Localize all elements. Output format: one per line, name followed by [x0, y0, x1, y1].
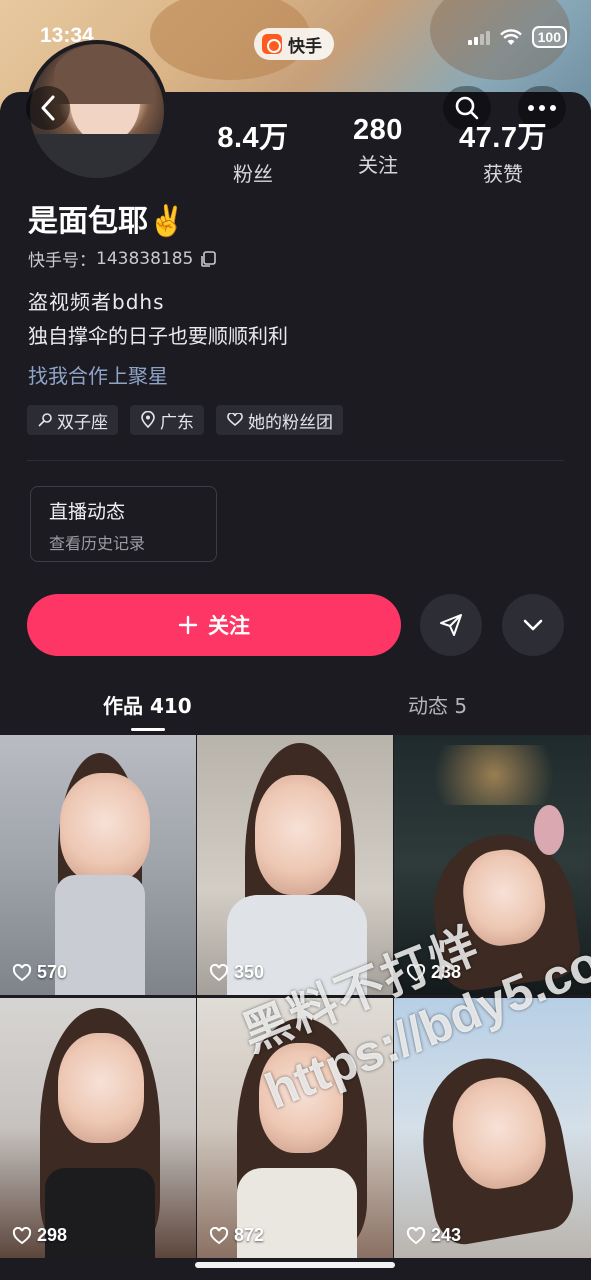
location-icon: [141, 411, 155, 429]
battery-indicator: 100: [531, 26, 567, 48]
tab-moments[interactable]: 动态 5: [408, 690, 467, 719]
stat-value: 47.7万: [459, 122, 547, 154]
live-card-subtitle: 查看历史记录: [49, 534, 146, 553]
tab-works[interactable]: 作品 410: [103, 690, 192, 719]
tag-zodiac[interactable]: 双子座: [27, 405, 118, 435]
send-message-button[interactable]: [420, 594, 482, 656]
video-likes: 350: [209, 962, 264, 983]
chevron-down-icon: [523, 619, 543, 631]
likes-count: 350: [234, 962, 265, 982]
cellular-signal-icon: [467, 29, 490, 45]
likes-count: 570: [37, 962, 68, 982]
stat-following[interactable]: 280 关注: [323, 114, 433, 187]
video-likes: 238: [406, 962, 461, 983]
wifi-icon: [499, 28, 522, 45]
live-card-title: 直播动态: [49, 501, 126, 523]
user-id-label: 快手号：: [28, 251, 96, 271]
tag-label: 双子座: [57, 412, 108, 433]
bio-line-2: 独自撑伞的日子也要顺顺利利: [28, 324, 288, 348]
heart-icon: [12, 1226, 32, 1244]
bio-line-1: 盗视频者bdhs: [28, 290, 165, 314]
video-likes: 570: [12, 962, 67, 983]
video-likes: 298: [12, 1225, 67, 1246]
stat-likes[interactable]: 47.7万 获赞: [448, 114, 558, 187]
app-name: 快手: [288, 36, 322, 57]
zodiac-icon: [38, 413, 52, 427]
follow-button[interactable]: 关注: [27, 594, 401, 656]
stat-label: 关注: [358, 153, 398, 177]
video-thumbnail[interactable]: 243: [394, 998, 591, 1258]
video-thumbnail[interactable]: 570: [0, 735, 196, 995]
send-icon: [440, 614, 462, 636]
live-history-card[interactable]: 直播动态 查看历史记录: [30, 486, 217, 562]
back-button[interactable]: [26, 86, 70, 130]
likes-count: 298: [37, 1225, 68, 1245]
profile-name: 是面包耶✌️: [28, 204, 186, 239]
tag-label: 广东: [160, 412, 194, 433]
stat-value: 8.4万: [217, 122, 289, 154]
heart-icon: [406, 963, 426, 981]
plus-icon: [178, 615, 198, 635]
user-id: 快手号： 143838185: [28, 246, 217, 271]
tag-location[interactable]: 广东: [130, 405, 204, 435]
video-likes: 872: [209, 1225, 264, 1246]
cooperation-link[interactable]: 找我合作上聚星: [28, 360, 168, 389]
stat-label: 获赞: [483, 162, 523, 186]
battery-level: 100: [537, 29, 561, 45]
home-indicator[interactable]: [195, 1262, 395, 1268]
app-indicator[interactable]: 快手: [254, 28, 334, 60]
fan-club-icon: [227, 413, 243, 427]
more-dots-icon: [528, 105, 556, 111]
chevron-left-icon: [41, 95, 55, 121]
user-id-value: 143838185: [96, 248, 194, 269]
tab-active-indicator: [131, 728, 165, 731]
likes-count: 243: [431, 1225, 462, 1245]
video-thumbnail[interactable]: 238: [394, 735, 591, 995]
heart-icon: [209, 1226, 229, 1244]
profile-tags: 双子座 广东 她的粉丝团: [27, 405, 343, 435]
content-tabs: 作品 410 动态 5: [0, 680, 591, 731]
tag-fan-club[interactable]: 她的粉丝团: [216, 405, 343, 435]
video-grid: 570 350 238 298 872 243: [0, 735, 591, 1258]
stat-followers[interactable]: 8.4万 粉丝: [198, 114, 308, 187]
video-thumbnail[interactable]: 872: [197, 998, 393, 1258]
likes-count: 238: [431, 962, 462, 982]
heart-icon: [209, 963, 229, 981]
video-thumbnail[interactable]: 350: [197, 735, 393, 995]
stat-label: 粉丝: [233, 162, 273, 186]
heart-icon: [406, 1226, 426, 1244]
video-likes: 243: [406, 1225, 461, 1246]
kuaishou-logo-icon: [262, 34, 282, 54]
expand-button[interactable]: [502, 594, 564, 656]
profile-stats: 8.4万 粉丝 280 关注 47.7万 获赞: [198, 114, 558, 187]
heart-icon: [12, 963, 32, 981]
copy-icon[interactable]: [199, 250, 217, 268]
follow-label: 关注: [208, 614, 250, 638]
tag-label: 她的粉丝团: [248, 412, 333, 433]
video-thumbnail[interactable]: 298: [0, 998, 196, 1258]
stat-value: 280: [353, 114, 403, 146]
section-divider: [27, 460, 564, 461]
likes-count: 872: [234, 1225, 265, 1245]
